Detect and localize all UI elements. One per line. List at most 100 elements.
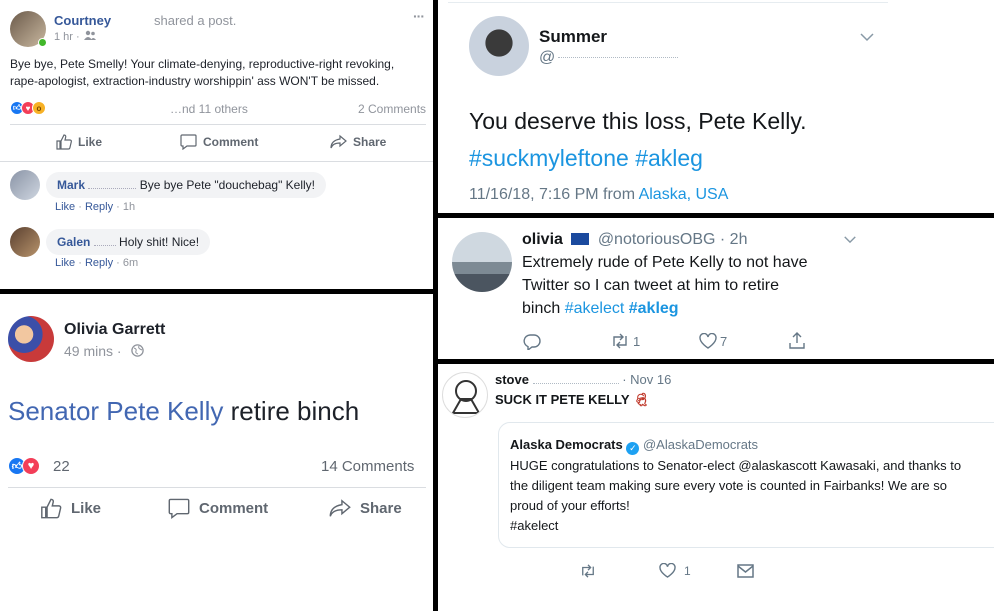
tweet-author-name[interactable]: Summer [539, 27, 607, 47]
thumbs-up-icon [40, 498, 62, 519]
comments-count[interactable]: 14 Comments [321, 458, 414, 475]
post-text-link[interactable]: Senator Pete Kelly [8, 396, 223, 426]
like-button[interactable]: 1 [659, 563, 691, 578]
comment-button[interactable]: Comment [168, 498, 268, 519]
comment-like-link[interactable]: Like [55, 257, 75, 269]
quoted-text-line-3: proud of your efforts! [510, 498, 630, 513]
quoted-tweet[interactable]: Alaska Democrats ✓ @AlaskaDemocrats HUGE… [498, 422, 994, 548]
tweet-author-name[interactable]: olivia [522, 231, 563, 248]
redacted-name [88, 187, 137, 189]
avatar[interactable] [442, 372, 488, 418]
separator: · [116, 201, 120, 213]
comment-avatar[interactable] [10, 170, 40, 200]
comment-avatar[interactable] [10, 227, 40, 257]
hashtag-link[interactable]: #akleg [629, 300, 679, 317]
facebook-post-olivia-garrett: Olivia Garrett 49 mins · Senator Pete Ke… [0, 294, 433, 611]
like-button[interactable]: Like [56, 134, 102, 150]
post-time[interactable]: 49 mins · [64, 343, 122, 359]
avatar[interactable] [8, 316, 54, 362]
share-icon[interactable] [788, 331, 806, 350]
comment-like-link[interactable]: Like [55, 201, 75, 213]
comment-actions: Like · Reply · 1h [55, 201, 135, 213]
tweet-author-handle[interactable]: @notoriousOBG [598, 231, 716, 248]
post-time[interactable]: 1 hr · [54, 31, 80, 43]
post-text-line-1: Bye bye, Pete Smelly! Your climate-denyi… [10, 57, 395, 71]
tweet-time[interactable]: · 2h [720, 231, 748, 248]
reaction-icons[interactable]: 👍︎ ♥ o [10, 101, 46, 115]
tweet-text-line-2: Twitter so I can tweet at him to retire [522, 277, 779, 294]
collage-divider-vertical [433, 0, 438, 611]
comment-time[interactable]: 6m [123, 257, 138, 269]
comment-author[interactable]: Mark [57, 178, 85, 192]
share-icon [329, 498, 351, 519]
tweet-author-name[interactable]: stove [495, 372, 529, 387]
facebook-post-courtney: Courtney shared a post. 1 hr · ··· Bye b… [0, 0, 433, 289]
more-options-icon[interactable]: ··· [413, 8, 425, 24]
tweet-author-handle[interactable]: @ [539, 49, 555, 67]
like-count: 1 [684, 563, 691, 578]
comment-author[interactable]: Galen [57, 235, 90, 249]
reply-icon[interactable] [523, 333, 541, 350]
retweet-icon [610, 333, 630, 349]
post-author[interactable]: Olivia Garrett [64, 321, 165, 339]
globe-icon [131, 344, 144, 357]
comment-reply-link[interactable]: Reply [85, 201, 113, 213]
quoted-author-handle[interactable]: @AlaskaDemocrats [643, 437, 758, 452]
tweet-text-line-1: Extremely rude of Pete Kelly to not have [522, 254, 808, 271]
tweet-summer: Summer @ You deserve this loss, Pete Kel… [438, 0, 994, 213]
comment-bubble: Galen Holy shit! Nice! [46, 229, 211, 255]
comment-button[interactable]: Comment [180, 134, 258, 150]
comment-label: Comment [203, 135, 259, 149]
comments-count[interactable]: 2 Comments [358, 102, 426, 116]
comment-reply-link[interactable]: Reply [85, 257, 113, 269]
tweet-hashtags[interactable]: #suckmyleftone #akleg [469, 145, 703, 172]
online-indicator [38, 38, 47, 47]
top-border [448, 2, 888, 3]
tweet-location[interactable]: Alaska, USA [639, 186, 729, 203]
heart-icon [659, 563, 676, 578]
reactions-text[interactable]: …nd 11 others [170, 102, 248, 116]
like-label: Like [71, 500, 102, 517]
timestamp-text[interactable]: 11/16/18, 7:16 PM from [469, 186, 639, 203]
tweet-text: SUCK IT PETE KELLY 💃︎ [495, 392, 650, 408]
collage-divider-left-horizontal [0, 289, 433, 294]
tweet-text: You deserve this loss, Pete Kelly. [469, 108, 807, 134]
wow-reaction-icon: o [32, 101, 46, 115]
dancer-emoji-icon: 💃︎ [633, 392, 650, 407]
post-author[interactable]: Courtney [54, 13, 111, 28]
tweet-time[interactable]: · Nov 16 [622, 372, 671, 387]
comment-text: Holy shit! Nice! [119, 235, 200, 249]
quoted-text-line-4[interactable]: #akelect [510, 518, 558, 533]
like-label: Like [78, 135, 103, 149]
comment-icon [168, 498, 190, 519]
reaction-icons[interactable]: 👍︎ ♥ [8, 457, 40, 475]
like-button[interactable]: Like [40, 498, 101, 519]
hashtag-link[interactable]: #akelect [565, 300, 625, 317]
share-button[interactable]: Share [329, 498, 402, 519]
divider [10, 124, 426, 125]
comment-label: Comment [199, 500, 269, 517]
post-text-line-2: rape-apologist, extraction-industry wors… [10, 74, 380, 88]
share-icon [330, 134, 347, 150]
heart-icon [699, 333, 717, 349]
post-text-rest: retire binch [223, 396, 360, 426]
avatar[interactable] [452, 232, 512, 292]
verified-badge-icon: ✓ [626, 442, 640, 455]
chevron-down-icon[interactable] [843, 235, 857, 244]
share-button[interactable]: Share [330, 134, 386, 150]
tweet-header: olivia @notoriousOBG · 2h [522, 231, 747, 249]
avatar[interactable] [469, 16, 529, 76]
like-count: 7 [720, 333, 728, 349]
redacted-name [93, 244, 116, 246]
friends-icon [84, 30, 96, 41]
tweet-text-plain: binch [522, 300, 565, 317]
reaction-count[interactable]: 22 [53, 458, 70, 475]
retweet-button[interactable]: 1 [610, 333, 640, 349]
post-action: shared a post. [154, 13, 237, 28]
comment-time[interactable]: 1h [123, 201, 135, 213]
quoted-author-name[interactable]: Alaska Democrats [510, 437, 623, 452]
retweet-icon[interactable] [579, 564, 597, 578]
chevron-down-icon[interactable] [859, 32, 875, 42]
like-button[interactable]: 7 [699, 333, 727, 349]
direct-message-icon[interactable] [737, 564, 754, 578]
